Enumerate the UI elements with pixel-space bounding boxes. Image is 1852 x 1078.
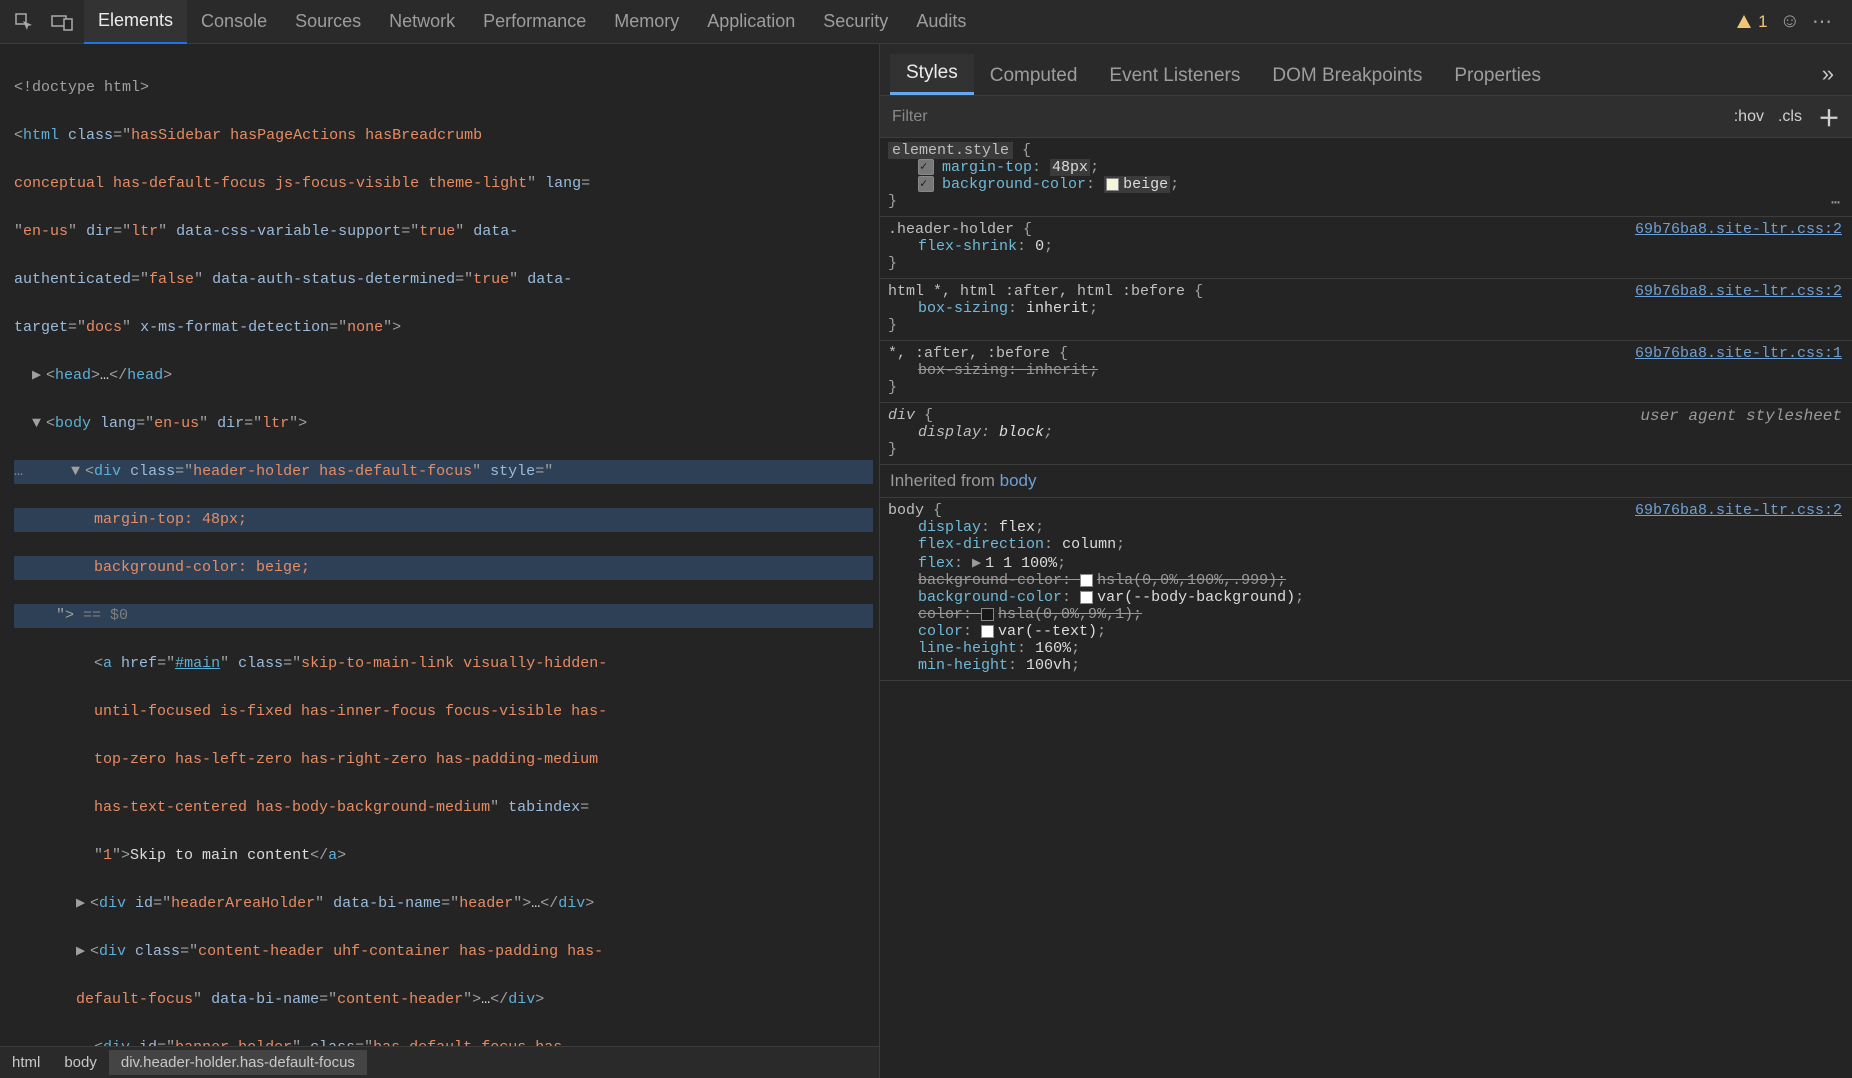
color-swatch-icon[interactable]	[1080, 591, 1093, 604]
rule-html-star[interactable]: 69b76ba8.site-ltr.css:2 html *, html :af…	[880, 279, 1852, 341]
styles-body: element.style { margin-top: 48px; backgr…	[880, 138, 1852, 1078]
feedback-icon[interactable]: ☺	[1780, 10, 1800, 33]
tab-memory[interactable]: Memory	[600, 0, 693, 44]
subtab-computed[interactable]: Computed	[974, 57, 1094, 95]
hov-toggle[interactable]: :hov	[1734, 108, 1764, 126]
inherited-from-separator: Inherited from body	[880, 465, 1852, 498]
panel-tabs: Elements Console Sources Network Perform…	[84, 0, 1736, 44]
tab-audits[interactable]: Audits	[902, 0, 980, 44]
tab-console[interactable]: Console	[187, 0, 281, 44]
doctype: <!doctype html>	[14, 79, 149, 96]
tab-performance[interactable]: Performance	[469, 0, 600, 44]
subtab-properties[interactable]: Properties	[1438, 57, 1557, 95]
tab-network[interactable]: Network	[375, 0, 469, 44]
subtab-dombreakpoints[interactable]: DOM Breakpoints	[1256, 57, 1438, 95]
new-rule-button[interactable]: ＋	[1818, 101, 1840, 133]
expand-icon[interactable]: ▶	[972, 553, 981, 572]
dom-tree[interactable]: <!doctype html> <html class="hasSidebar …	[0, 44, 879, 1046]
color-swatch-icon[interactable]	[1080, 574, 1093, 587]
elements-left-pane: <!doctype html> <html class="hasSidebar …	[0, 44, 880, 1078]
crumb-body[interactable]: body	[52, 1050, 109, 1075]
devtools-toolbar: Elements Console Sources Network Perform…	[0, 0, 1852, 44]
color-swatch-icon[interactable]	[1106, 178, 1119, 191]
device-toggle-icon[interactable]	[46, 6, 78, 38]
crumb-selected[interactable]: div.header-holder.has-default-focus	[109, 1050, 367, 1075]
source-link[interactable]: 69b76ba8.site-ltr.css:1	[1635, 345, 1842, 362]
warning-count: 1	[1758, 12, 1767, 32]
ua-source: user agent stylesheet	[1640, 407, 1842, 425]
crumb-html[interactable]: html	[0, 1050, 52, 1075]
more-icon[interactable]: ⋯	[1831, 193, 1842, 212]
tab-security[interactable]: Security	[809, 0, 902, 44]
tab-application[interactable]: Application	[693, 0, 809, 44]
styles-filter-row: :hov .cls ＋	[880, 96, 1852, 138]
subtabs-more-icon[interactable]: »	[1804, 53, 1852, 95]
source-link[interactable]: 69b76ba8.site-ltr.css:2	[1635, 502, 1842, 519]
rule-star[interactable]: 69b76ba8.site-ltr.css:1 *, :after, :befo…	[880, 341, 1852, 403]
styles-filter-input[interactable]	[892, 108, 1720, 126]
selected-node[interactable]: …▼<div class="header-holder has-default-…	[14, 460, 873, 484]
subtab-eventlisteners[interactable]: Event Listeners	[1093, 57, 1256, 95]
more-icon[interactable]: ⋯	[1812, 9, 1834, 34]
source-link[interactable]: 69b76ba8.site-ltr.css:2	[1635, 283, 1842, 300]
checkbox-icon[interactable]	[918, 159, 934, 175]
rule-header-holder[interactable]: 69b76ba8.site-ltr.css:2 .header-holder {…	[880, 217, 1852, 279]
subtab-styles[interactable]: Styles	[890, 54, 974, 95]
checkbox-icon[interactable]	[918, 176, 934, 192]
styles-pane: Styles Computed Event Listeners DOM Brea…	[880, 44, 1852, 1078]
tab-sources[interactable]: Sources	[281, 0, 375, 44]
source-link[interactable]: 69b76ba8.site-ltr.css:2	[1635, 221, 1842, 238]
tab-elements[interactable]: Elements	[84, 0, 187, 44]
styles-subtabs: Styles Computed Event Listeners DOM Brea…	[880, 44, 1852, 96]
rule-element-style[interactable]: element.style { margin-top: 48px; backgr…	[880, 138, 1852, 217]
rule-body[interactable]: 69b76ba8.site-ltr.css:2 body { display: …	[880, 498, 1852, 681]
rule-ua-div[interactable]: user agent stylesheet div { display: blo…	[880, 403, 1852, 465]
color-swatch-icon[interactable]	[981, 608, 994, 621]
cls-toggle[interactable]: .cls	[1778, 108, 1802, 126]
inspect-icon[interactable]	[8, 6, 40, 38]
warning-badge[interactable]: 1	[1736, 12, 1767, 32]
breadcrumb: html body div.header-holder.has-default-…	[0, 1046, 879, 1078]
color-swatch-icon[interactable]	[981, 625, 994, 638]
